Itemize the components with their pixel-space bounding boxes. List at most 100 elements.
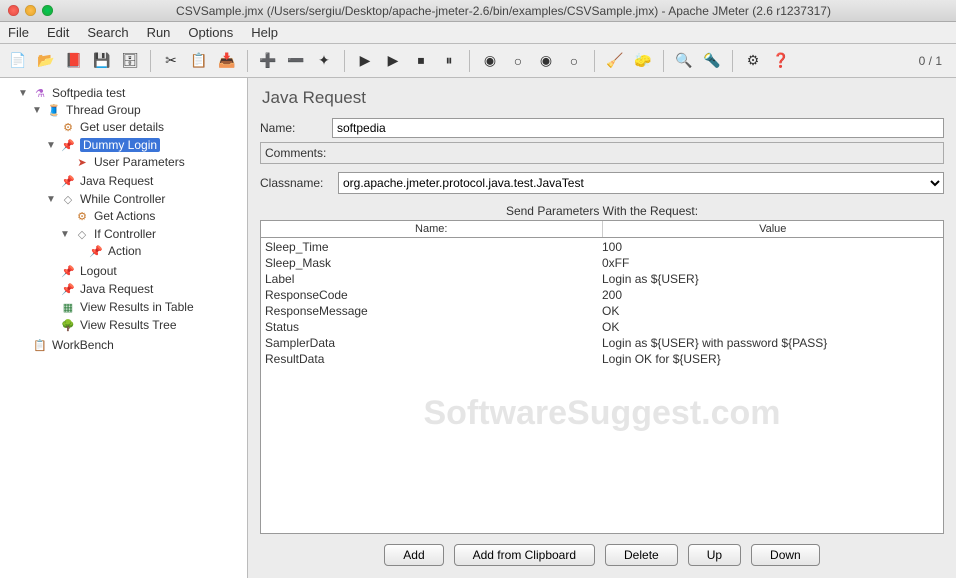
window-title: CSVSample.jmx (/Users/sergiu/Desktop/apa… xyxy=(59,4,948,18)
cell-value: Login as ${USER} xyxy=(602,271,939,287)
toolbar-save-button[interactable]: 💾 xyxy=(90,49,114,73)
cell-name: ResultData xyxy=(265,351,602,367)
toolbar-help-button[interactable]: ❓ xyxy=(769,49,793,73)
toolbar-clear-button[interactable]: 🧹 xyxy=(603,49,627,73)
panel-title: Java Request xyxy=(262,88,950,108)
toolbar-search-button[interactable]: 🔍 xyxy=(672,49,696,73)
toolbar-copy-button[interactable]: 📋 xyxy=(187,49,211,73)
toolbar: 📄📂📕💾🗄✂📋📥➕➖✦▶▶⏹⏸◉○◉○🧹🧽🔍🔦⚙❓0 / 1 xyxy=(0,44,956,78)
table-row[interactable]: ResponseCode200 xyxy=(261,287,943,303)
minimize-icon[interactable] xyxy=(25,5,36,16)
tree-item[interactable]: ➤ User Parameters xyxy=(58,154,245,170)
toolbar-toggle-button[interactable]: ✦ xyxy=(312,49,336,73)
toolbar-paste-button[interactable]: 📥 xyxy=(215,49,239,73)
add-button[interactable]: Add xyxy=(384,544,443,566)
toolbar-separator xyxy=(594,50,595,72)
table-row[interactable]: Sleep_Mask0xFF xyxy=(261,255,943,271)
table-row[interactable]: StatusOK xyxy=(261,319,943,335)
tree-item[interactable]: ▼📌Dummy Login xyxy=(44,137,245,153)
tree-item[interactable]: ⚙Get Actions xyxy=(58,208,245,224)
tree-item[interactable]: 📋WorkBench xyxy=(16,337,245,353)
toolbar-remote-stop-all-button[interactable]: ◉ xyxy=(534,49,558,73)
delete-button[interactable]: Delete xyxy=(605,544,678,566)
table-row[interactable]: ResponseMessageOK xyxy=(261,303,943,319)
add-clipboard-button[interactable]: Add from Clipboard xyxy=(454,544,595,566)
flask-icon: ⚗ xyxy=(32,86,48,100)
tree-item[interactable]: ▦View Results in Table xyxy=(44,299,245,315)
tree-item-label: Java Request xyxy=(80,282,153,296)
toolbar-remote-start-all-button[interactable]: ◉ xyxy=(478,49,502,73)
thread-icon: 🧵 xyxy=(46,103,62,117)
toolbar-clear-all-button[interactable]: 🧽 xyxy=(631,49,655,73)
name-input[interactable] xyxy=(332,118,944,138)
down-button[interactable]: Down xyxy=(751,544,820,566)
toolbar-collapse-button[interactable]: ➖ xyxy=(284,49,308,73)
tree-item[interactable]: ▼ ⚗ Softpedia test xyxy=(16,85,245,101)
toolbar-stop-button[interactable]: ⏹ xyxy=(409,49,433,73)
tree-item[interactable]: 📌Action xyxy=(72,243,245,259)
table-row[interactable]: SamplerDataLogin as ${USER} with passwor… xyxy=(261,335,943,351)
cell-value: 200 xyxy=(602,287,939,303)
up-button[interactable]: Up xyxy=(688,544,741,566)
expand-toggle-icon[interactable]: ▼ xyxy=(32,105,42,116)
expand-toggle-icon[interactable]: ▼ xyxy=(18,88,28,99)
tree-item-label: Thread Group xyxy=(66,103,141,117)
cell-value: Login OK for ${USER} xyxy=(602,351,939,367)
tree-item[interactable]: 📌Java Request xyxy=(44,173,245,189)
params-table[interactable]: Name: Value Sleep_Time100Sleep_Mask0xFFL… xyxy=(260,220,944,534)
tree2-icon: 🌳 xyxy=(60,318,76,332)
cell-name: SamplerData xyxy=(265,335,602,351)
expand-toggle-icon[interactable]: ▼ xyxy=(46,140,56,151)
close-icon[interactable] xyxy=(8,5,19,16)
table-row[interactable]: ResultDataLogin OK for ${USER} xyxy=(261,351,943,367)
tree-item-label: View Results in Table xyxy=(80,300,194,314)
menu-run[interactable]: Run xyxy=(147,25,171,40)
menu-edit[interactable]: Edit xyxy=(47,25,69,40)
toolbar-save-as-button[interactable]: 🗄 xyxy=(118,49,142,73)
toolbar-remote-start-button[interactable]: ○ xyxy=(506,49,530,73)
toolbar-run-no-button[interactable]: ▶ xyxy=(381,49,405,73)
toolbar-close-button[interactable]: 📕 xyxy=(62,49,86,73)
arrow-icon: ➤ xyxy=(74,155,90,169)
tree-item[interactable]: ▼◇While Controller xyxy=(44,191,245,207)
toolbar-shutdown-button[interactable]: ⏸ xyxy=(437,49,461,73)
menu-file[interactable]: File xyxy=(8,25,29,40)
menu-help[interactable]: Help xyxy=(251,25,278,40)
toolbar-run-button[interactable]: ▶ xyxy=(353,49,377,73)
toolbar-new-button[interactable]: 📄 xyxy=(6,49,30,73)
toolbar-search-reset-button[interactable]: 🔦 xyxy=(700,49,724,73)
probe-icon: 📌 xyxy=(60,174,76,188)
tree-item-label: User Parameters xyxy=(94,155,185,169)
test-plan-tree[interactable]: ▼ ⚗ Softpedia test ▼ 🧵 Thread Group ⚙Get user … xyxy=(0,78,248,578)
toolbar-open-button[interactable]: 📂 xyxy=(34,49,58,73)
toolbar-expand-button[interactable]: ➕ xyxy=(256,49,280,73)
toolbar-cut-button[interactable]: ✂ xyxy=(159,49,183,73)
menu-options[interactable]: Options xyxy=(188,25,233,40)
menu-search[interactable]: Search xyxy=(87,25,128,40)
expand-toggle-icon[interactable]: ▼ xyxy=(46,194,56,205)
content-panel: Java Request Name: Comments: Classname: … xyxy=(248,78,956,578)
cell-name: Status xyxy=(265,319,602,335)
tree-item[interactable]: ⚙Get user details xyxy=(44,119,245,135)
tree-item[interactable]: 📌Logout xyxy=(44,263,245,279)
toolbar-remote-stop-button[interactable]: ○ xyxy=(562,49,586,73)
tree-item[interactable]: ▼◇If Controller xyxy=(58,226,245,242)
toolbar-function-button[interactable]: ⚙ xyxy=(741,49,765,73)
cell-name: Sleep_Time xyxy=(265,239,602,255)
comments-field[interactable]: Comments: xyxy=(260,142,944,164)
maximize-icon[interactable] xyxy=(42,5,53,16)
classname-select[interactable]: org.apache.jmeter.protocol.java.test.Jav… xyxy=(338,172,944,194)
while-icon: ◇ xyxy=(74,227,90,241)
tree-item[interactable]: 📌Java Request xyxy=(44,281,245,297)
cell-name: ResponseCode xyxy=(265,287,602,303)
table-row[interactable]: LabelLogin as ${USER} xyxy=(261,271,943,287)
table-row[interactable]: Sleep_Time100 xyxy=(261,239,943,255)
tree-item-label: WorkBench xyxy=(52,338,114,352)
comments-label: Comments: xyxy=(265,146,326,160)
expand-toggle-icon[interactable]: ▼ xyxy=(60,229,70,240)
cell-value: 0xFF xyxy=(602,255,939,271)
toolbar-separator xyxy=(247,50,248,72)
tree-item[interactable]: 🌳View Results Tree xyxy=(44,317,245,333)
tree-item-label: Softpedia test xyxy=(52,86,125,100)
tree-item[interactable]: ▼ 🧵 Thread Group xyxy=(30,102,245,118)
